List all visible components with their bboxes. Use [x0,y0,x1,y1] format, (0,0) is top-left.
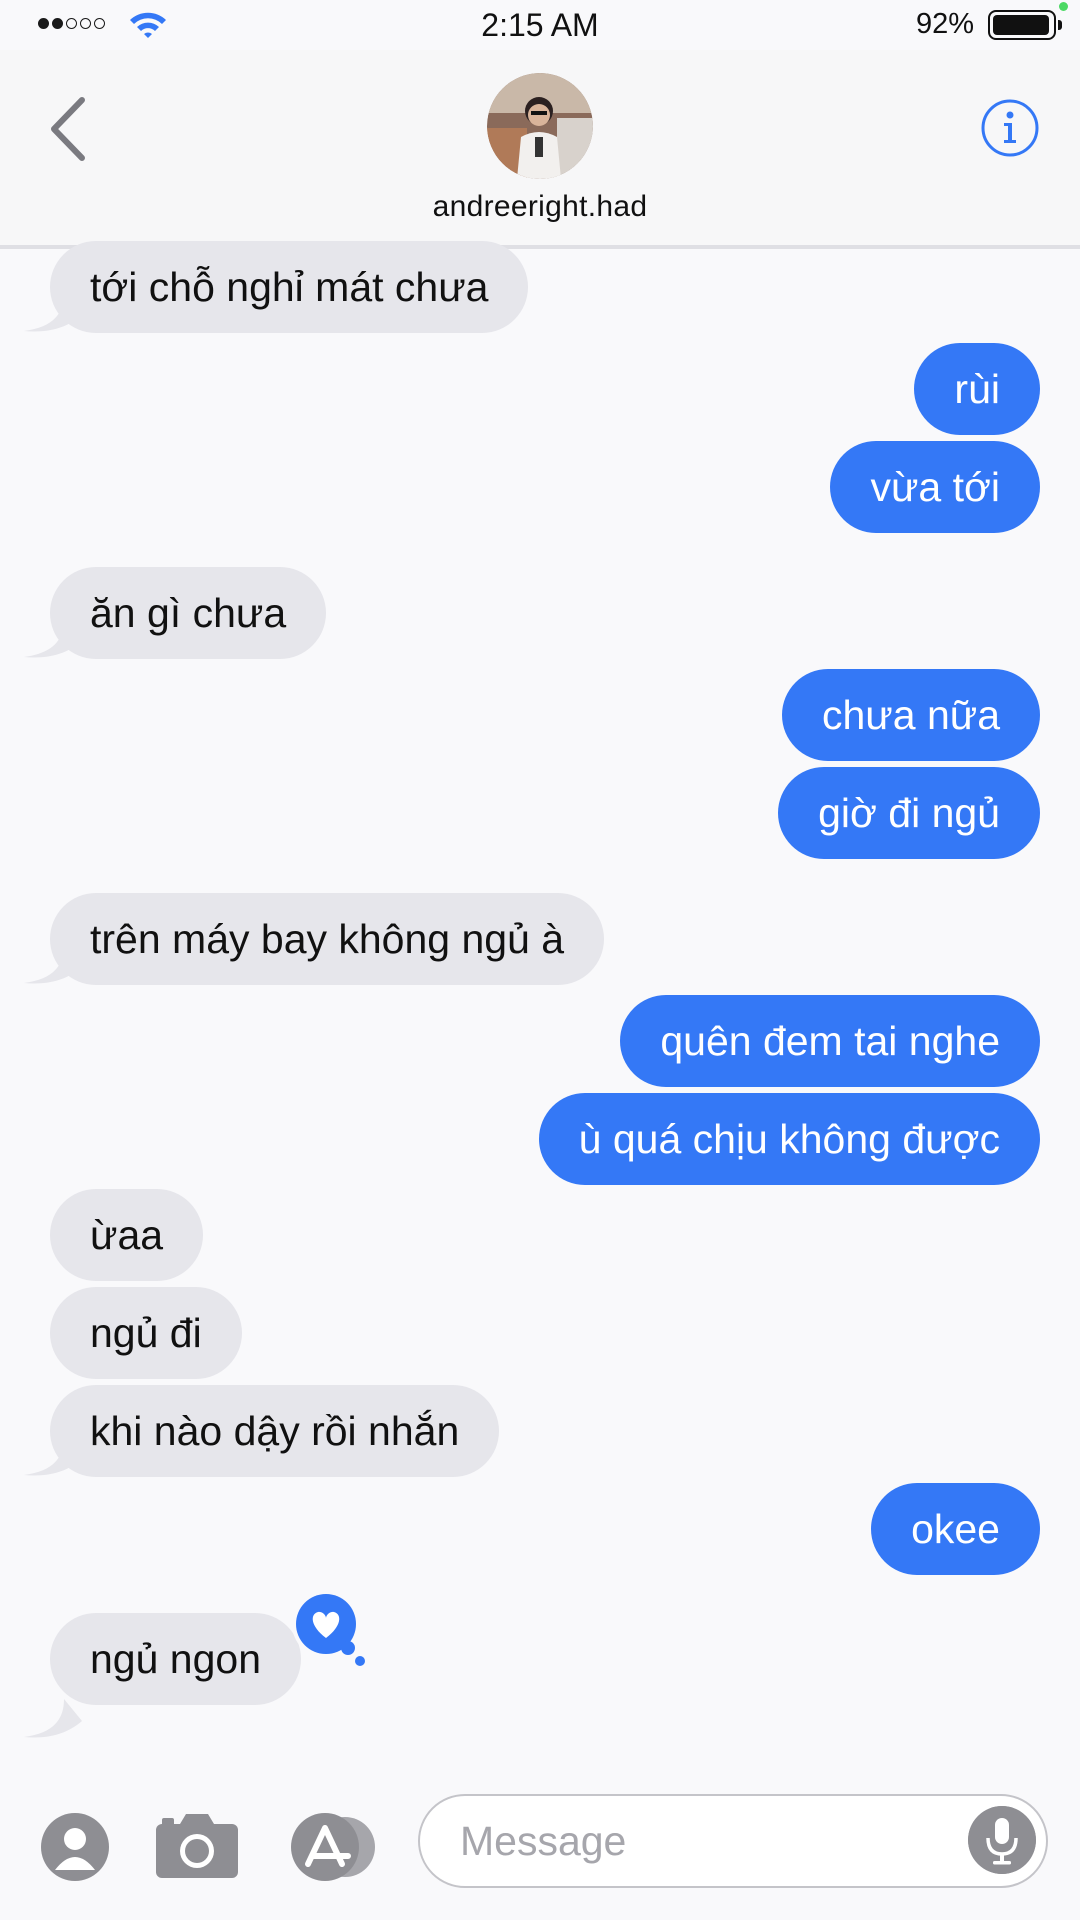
received-message-bubble[interactable]: ngủ ngon [50,1613,302,1705]
sent-message-bubble[interactable]: giờ đi ngủ [778,767,1040,859]
heart-reaction-icon[interactable] [290,1588,370,1668]
back-chevron-icon[interactable] [46,94,96,164]
sent-message-bubble[interactable]: rùi [914,343,1040,435]
sent-message-bubble[interactable]: ù quá chịu không được [538,1093,1040,1185]
camera-icon[interactable] [154,1810,240,1880]
status-bar: 2:15 AM 92% [0,0,1080,50]
sent-message-bubble[interactable]: quên đem tai nghe [620,995,1040,1087]
battery-percent: 92% [916,8,975,40]
message-placeholder: Message [460,1818,627,1864]
received-message-bubble[interactable]: trên máy bay không ngủ à [50,893,605,985]
conversation-header: andreeright.had [0,50,1080,249]
app-store-icon[interactable] [290,1812,382,1882]
message-input[interactable]: Message [418,1794,1048,1888]
received-message-bubble[interactable]: ngủ đi [50,1287,242,1379]
received-message-bubble[interactable]: khi nào dậy rồi nhắn [50,1385,500,1477]
received-message-bubble[interactable]: ăn gì chưa [50,567,327,659]
bubble-tail [24,1699,82,1738]
received-message-bubble[interactable]: tới chỗ nghỉ mát chưa [50,241,529,333]
message-thread[interactable]: tới chỗ nghỉ mát chưa rùi vừa tới ăn gì … [0,241,1080,1769]
received-message-bubble[interactable]: ừaa [50,1189,204,1281]
battery-icon [988,2,1068,40]
messages-screen: 2:15 AM 92% andreeright.had tới chỗ nghỉ… [0,0,1080,1920]
composer-bar: Message [0,1780,1080,1920]
info-icon[interactable] [980,98,1040,158]
microphone-icon[interactable] [968,1806,1036,1874]
contact-avatar[interactable] [487,73,593,179]
sent-message-bubble[interactable]: vừa tới [830,441,1040,533]
contact-icon[interactable] [40,1812,110,1882]
contact-name[interactable]: andreeright.had [0,190,1080,224]
sent-message-bubble[interactable]: okee [871,1483,1040,1575]
sent-message-bubble[interactable]: chưa nữa [782,669,1040,761]
